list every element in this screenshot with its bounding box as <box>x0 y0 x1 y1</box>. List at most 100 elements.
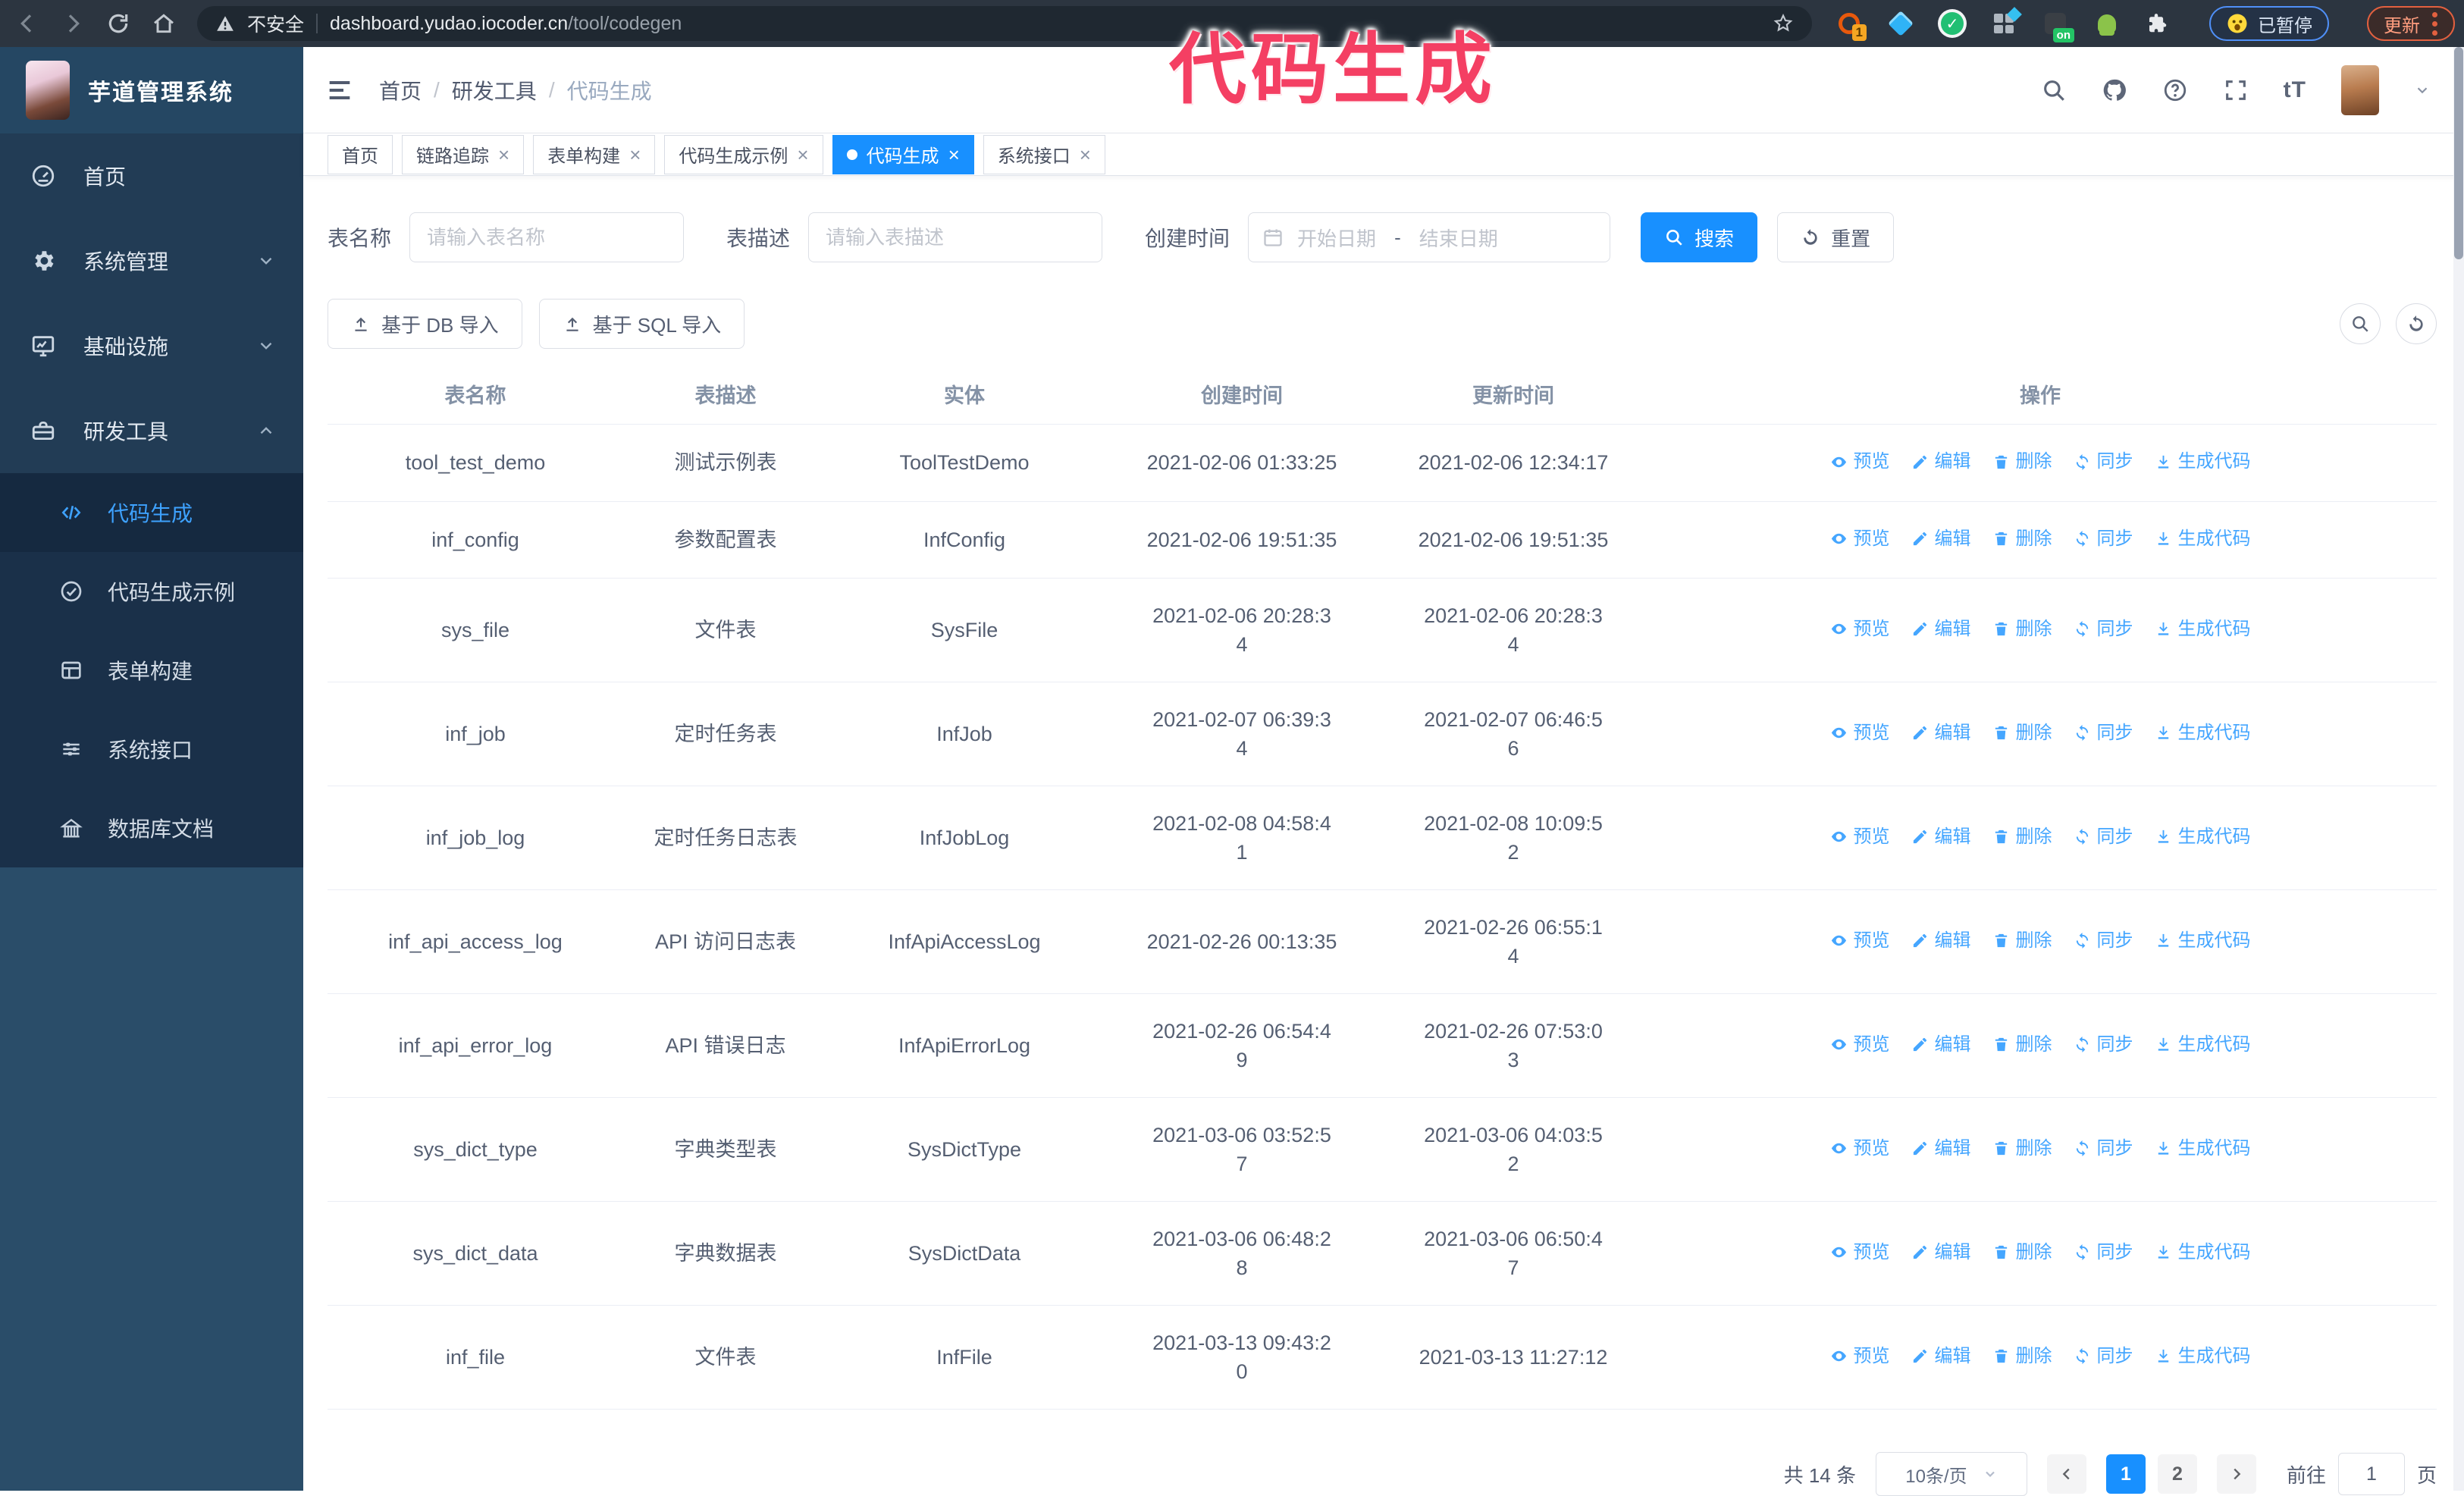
sidebar-item-0[interactable]: 首页 <box>0 133 303 218</box>
action-sync-link[interactable]: 同步 <box>2074 525 2133 554</box>
extension-gem-icon[interactable] <box>1888 11 1914 36</box>
action-edit-link[interactable]: 编辑 <box>1911 1134 1971 1163</box>
extension-check-icon[interactable]: ✓ <box>1939 11 1965 36</box>
extension-orange-icon[interactable]: 1 <box>1836 11 1867 41</box>
action-delete-link[interactable]: 删除 <box>1992 823 2052 851</box>
page-button-1[interactable]: 1 <box>2105 1454 2146 1494</box>
toggle-search-button[interactable] <box>2340 303 2381 344</box>
help-icon[interactable] <box>2162 77 2188 103</box>
tab-5[interactable]: 系统接口 × <box>983 134 1105 174</box>
action-delete-link[interactable]: 删除 <box>1992 1342 2052 1371</box>
start-date-placeholder[interactable]: 开始日期 <box>1297 224 1376 252</box>
back-icon[interactable] <box>15 11 39 36</box>
extension-on-icon[interactable]: on <box>2042 11 2074 42</box>
search-icon[interactable] <box>2041 77 2067 103</box>
tab-3[interactable]: 代码生成示例 × <box>664 134 823 174</box>
action-eye-link[interactable]: 预览 <box>1830 1134 1890 1163</box>
tab-4[interactable]: 代码生成 × <box>832 134 974 174</box>
import-db-button[interactable]: 基于 DB 导入 <box>328 299 522 349</box>
action-sync-link[interactable]: 同步 <box>2074 1134 2133 1163</box>
extensions-puzzle-icon[interactable] <box>2146 12 2168 35</box>
action-edit-link[interactable]: 编辑 <box>1911 615 1971 644</box>
action-generate-link[interactable]: 生成代码 <box>2155 447 2251 476</box>
tab-2[interactable]: 表单构建 × <box>533 134 656 174</box>
sidebar-subitem-4[interactable]: 数据库文档 <box>0 789 303 867</box>
tab-0[interactable]: 首页 <box>328 134 393 174</box>
url-path[interactable]: /tool/codegen <box>568 13 682 34</box>
bookmark-star-icon[interactable] <box>1773 13 1794 34</box>
action-delete-link[interactable]: 删除 <box>1992 927 2052 955</box>
action-generate-link[interactable]: 生成代码 <box>2155 1342 2251 1371</box>
browser-update-button[interactable]: 更新 <box>2367 6 2455 41</box>
action-generate-link[interactable]: 生成代码 <box>2155 615 2251 644</box>
prev-page-button[interactable] <box>2046 1454 2086 1494</box>
action-sync-link[interactable]: 同步 <box>2074 1238 2133 1267</box>
action-eye-link[interactable]: 预览 <box>1830 615 1890 644</box>
date-range-picker[interactable]: 开始日期 - 结束日期 <box>1248 212 1611 262</box>
refresh-table-button[interactable] <box>2396 303 2437 344</box>
goto-page-input[interactable] <box>2337 1453 2405 1495</box>
close-tab-icon[interactable]: × <box>797 145 808 165</box>
action-generate-link[interactable]: 生成代码 <box>2155 927 2251 955</box>
action-delete-link[interactable]: 删除 <box>1992 1134 2052 1163</box>
extension-robot-icon[interactable] <box>2094 11 2120 36</box>
profile-paused-chip[interactable]: 已暂停 <box>2209 6 2329 41</box>
action-generate-link[interactable]: 生成代码 <box>2155 719 2251 748</box>
reset-button[interactable]: 重置 <box>1777 212 1895 262</box>
sidebar-subitem-2[interactable]: 表单构建 <box>0 631 303 710</box>
security-label[interactable]: 不安全 <box>247 10 304 37</box>
table-desc-input[interactable] <box>808 212 1103 262</box>
action-eye-link[interactable]: 预览 <box>1830 1342 1890 1371</box>
sidebar-item-3[interactable]: 研发工具 <box>0 388 303 473</box>
action-delete-link[interactable]: 删除 <box>1992 615 2052 644</box>
action-edit-link[interactable]: 编辑 <box>1911 927 1971 955</box>
collapse-menu-icon[interactable] <box>324 75 355 105</box>
tab-1[interactable]: 链路追踪 × <box>402 134 525 174</box>
github-icon[interactable] <box>2102 77 2127 103</box>
sidebar-item-1[interactable]: 系统管理 <box>0 218 303 303</box>
breadcrumb-item-0[interactable]: 首页 <box>379 75 422 105</box>
action-edit-link[interactable]: 编辑 <box>1911 719 1971 748</box>
action-edit-link[interactable]: 编辑 <box>1911 823 1971 851</box>
action-eye-link[interactable]: 预览 <box>1830 1030 1890 1059</box>
action-eye-link[interactable]: 预览 <box>1830 1238 1890 1267</box>
action-delete-link[interactable]: 删除 <box>1992 1238 2052 1267</box>
action-eye-link[interactable]: 预览 <box>1830 823 1890 851</box>
action-edit-link[interactable]: 编辑 <box>1911 1238 1971 1267</box>
action-generate-link[interactable]: 生成代码 <box>2155 1030 2251 1059</box>
action-edit-link[interactable]: 编辑 <box>1911 447 1971 476</box>
sidebar-subitem-0[interactable]: 代码生成 <box>0 473 303 552</box>
page-button-2[interactable]: 2 <box>2157 1454 2197 1494</box>
page-size-select[interactable]: 10条/页 <box>1875 1452 2027 1496</box>
action-sync-link[interactable]: 同步 <box>2074 823 2133 851</box>
avatar[interactable] <box>2341 64 2379 115</box>
close-tab-icon[interactable]: × <box>948 145 960 165</box>
next-page-button[interactable] <box>2216 1454 2256 1494</box>
action-sync-link[interactable]: 同步 <box>2074 1030 2133 1059</box>
action-edit-link[interactable]: 编辑 <box>1911 1030 1971 1059</box>
action-generate-link[interactable]: 生成代码 <box>2155 823 2251 851</box>
action-sync-link[interactable]: 同步 <box>2074 927 2133 955</box>
action-sync-link[interactable]: 同步 <box>2074 615 2133 644</box>
action-eye-link[interactable]: 预览 <box>1830 447 1890 476</box>
action-edit-link[interactable]: 编辑 <box>1911 1342 1971 1371</box>
close-tab-icon[interactable]: × <box>629 145 641 165</box>
action-generate-link[interactable]: 生成代码 <box>2155 1134 2251 1163</box>
action-eye-link[interactable]: 预览 <box>1830 525 1890 554</box>
sidebar-subitem-3[interactable]: 系统接口 <box>0 710 303 789</box>
close-tab-icon[interactable]: × <box>1080 145 1091 165</box>
action-sync-link[interactable]: 同步 <box>2074 719 2133 748</box>
action-delete-link[interactable]: 删除 <box>1992 447 2052 476</box>
action-delete-link[interactable]: 删除 <box>1992 1030 2052 1059</box>
reload-icon[interactable] <box>106 11 130 36</box>
font-size-icon[interactable]: tT <box>2284 77 2306 103</box>
action-generate-link[interactable]: 生成代码 <box>2155 525 2251 554</box>
forward-icon[interactable] <box>61 11 85 36</box>
action-delete-link[interactable]: 删除 <box>1992 719 2052 748</box>
action-delete-link[interactable]: 删除 <box>1992 525 2052 554</box>
import-sql-button[interactable]: 基于 SQL 导入 <box>538 299 745 349</box>
browser-menu-icon[interactable] <box>2432 11 2438 36</box>
sidebar-logo[interactable]: 芋道管理系统 <box>0 47 303 133</box>
action-eye-link[interactable]: 预览 <box>1830 719 1890 748</box>
url-host[interactable]: dashboard.yudao.iocoder.cn <box>330 13 568 34</box>
